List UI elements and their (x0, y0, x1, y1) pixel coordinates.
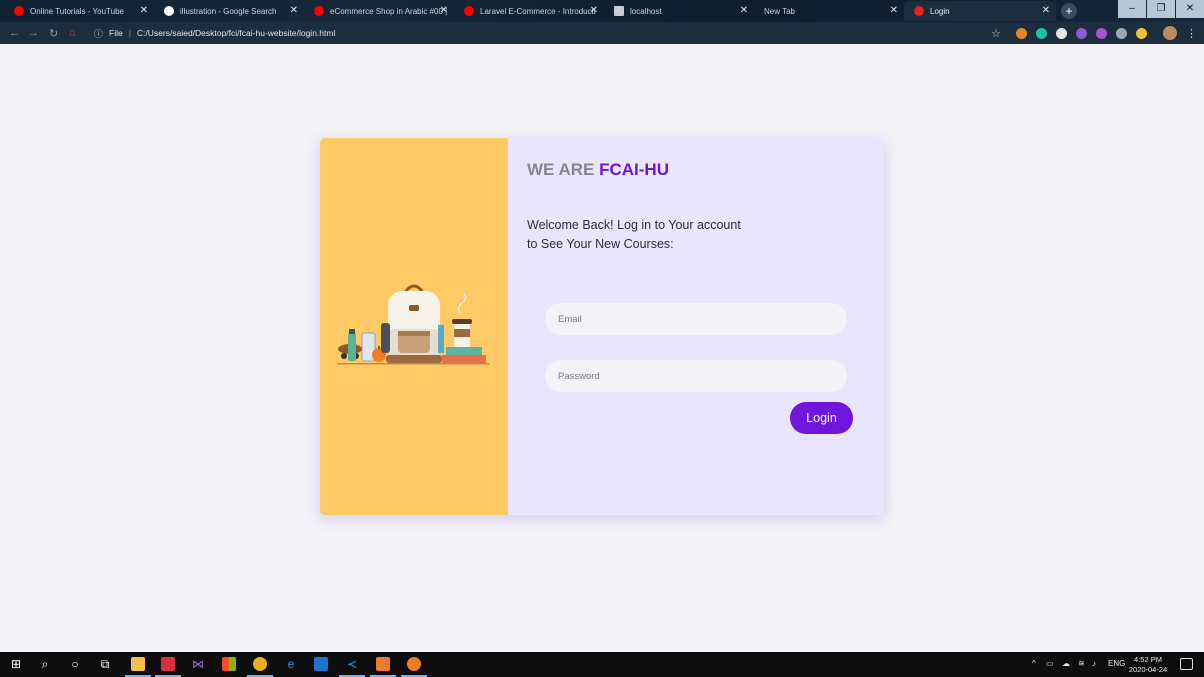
tab-title: Online Tutorials - YouTube (30, 6, 124, 16)
backpack-illustration-icon (338, 284, 490, 365)
login-button[interactable]: Login (790, 402, 853, 434)
youtube-icon (314, 6, 324, 16)
tab-laravel-ecommerce[interactable]: Laravel E-Commerce - Introducti ✕ (454, 1, 604, 21)
tab-title: Laravel E-Commerce - Introducti (480, 6, 596, 16)
windows-start-icon[interactable]: ⊞ (9, 657, 23, 671)
home-icon[interactable]: ⌂ (69, 27, 76, 39)
youtube-icon (14, 6, 24, 16)
tab-login[interactable]: Login ✕ (904, 1, 1056, 21)
close-icon[interactable]: ✕ (290, 5, 298, 16)
firefox-icon[interactable] (407, 657, 421, 671)
wifi-icon[interactable]: ≋ (1078, 659, 1085, 668)
extension-icon[interactable] (1036, 28, 1047, 39)
visual-studio-icon[interactable]: ⋈ (191, 657, 205, 671)
restore-button[interactable]: ❐ (1147, 0, 1175, 18)
extension-icon[interactable] (1096, 28, 1107, 39)
show-hidden-icons-icon[interactable]: ^ (1032, 659, 1036, 668)
app-icon[interactable] (314, 657, 328, 671)
vscode-icon[interactable]: ≺ (345, 657, 359, 671)
address-bar[interactable]: ⓘ File | C:/Users/saied/Desktop/fci/fcai… (88, 25, 1008, 41)
welcome-line-1: Welcome Back! Log in to Your account (527, 218, 741, 232)
google-icon (164, 6, 174, 16)
extension-icon[interactable] (1136, 28, 1147, 39)
task-view-icon[interactable]: ⧉ (98, 657, 112, 671)
scheme-label: File (109, 28, 123, 38)
clock-time: 4:52 PM (1134, 655, 1162, 664)
extension-icon[interactable] (1016, 28, 1027, 39)
tab-title: localhost (630, 6, 662, 16)
tab-title: Login (930, 6, 950, 16)
heading-prefix: WE ARE (527, 160, 595, 179)
tab-title: illustration - Google Search (180, 6, 277, 16)
clock-date: 2020-04-24 (1128, 665, 1168, 674)
tab-new-tab[interactable]: New Tab ✕ (754, 1, 904, 21)
back-icon[interactable]: ← (9, 27, 20, 39)
login-card: WE ARE FCAI-HU Welcome Back! Log in to Y… (320, 138, 884, 515)
email-field[interactable] (545, 303, 847, 335)
welcome-line-2: to See Your New Courses: (527, 237, 674, 251)
close-icon[interactable]: ✕ (1042, 5, 1050, 16)
volume-icon[interactable]: ♪ (1092, 659, 1096, 668)
forward-icon[interactable]: → (28, 27, 39, 39)
brand-name: FCAI-HU (599, 160, 669, 179)
bookmark-star-icon[interactable]: ☆ (991, 27, 1001, 40)
menu-icon[interactable]: ⋮ (1186, 27, 1197, 40)
welcome-message: Welcome Back! Log in to Your account to … (527, 216, 767, 254)
tab-online-tutorials[interactable]: Online Tutorials - YouTube ✕ (4, 1, 154, 21)
youtube-icon (464, 6, 474, 16)
cortana-icon[interactable]: ○ (68, 657, 82, 671)
page-title: WE ARE FCAI-HU (527, 160, 669, 180)
language-indicator[interactable]: ENG (1108, 659, 1125, 668)
new-tab-button[interactable]: + (1061, 3, 1077, 19)
close-icon[interactable]: ✕ (590, 5, 598, 16)
notifications-icon[interactable] (1180, 658, 1193, 670)
extension-icon[interactable] (1056, 28, 1067, 39)
info-icon[interactable]: ⓘ (94, 27, 103, 40)
tab-title: New Tab (764, 6, 795, 16)
browser-tab-strip: Online Tutorials - YouTube ✕ illustratio… (0, 0, 1204, 22)
office-icon[interactable] (222, 657, 236, 671)
app-icon[interactable] (161, 657, 175, 671)
tab-ecommerce-shop[interactable]: eCommerce Shop in Arabic #00 | ✕ (304, 1, 454, 21)
chrome-icon[interactable] (253, 657, 267, 671)
tab-illustration-search[interactable]: illustration - Google Search ✕ (154, 1, 304, 21)
login-form-panel: WE ARE FCAI-HU Welcome Back! Log in to Y… (508, 138, 884, 515)
clock[interactable]: 4:52 PM 2020-04-24 (1128, 655, 1168, 675)
address-separator: | (128, 28, 131, 38)
close-icon[interactable]: ✕ (740, 5, 748, 16)
password-field[interactable] (545, 360, 847, 392)
extension-icon[interactable] (1076, 28, 1087, 39)
tab-title: eCommerce Shop in Arabic #00 | (330, 6, 448, 16)
xampp-icon[interactable] (376, 657, 390, 671)
windows-taskbar: ⊞ ⌕ ○ ⧉ ⋈ e ≺ ^ ▭ ☁ ≋ ♪ ENG 4:52 PM 2020… (0, 652, 1204, 677)
battery-icon[interactable]: ▭ (1046, 659, 1054, 668)
close-icon[interactable]: ✕ (890, 5, 898, 16)
site-icon (914, 6, 924, 16)
minimize-button[interactable]: – (1118, 0, 1146, 18)
tab-localhost[interactable]: localhost ✕ (604, 1, 754, 21)
cloud-icon[interactable]: ☁ (1062, 659, 1070, 668)
url-text[interactable]: C:/Users/saied/Desktop/fci/fcai-hu-websi… (137, 28, 335, 38)
file-explorer-icon[interactable] (131, 657, 145, 671)
close-icon[interactable]: ✕ (440, 5, 448, 16)
illustration-panel (320, 138, 508, 515)
edge-icon[interactable]: e (284, 657, 298, 671)
close-window-button[interactable]: ✕ (1176, 0, 1204, 18)
reload-icon[interactable]: ↻ (49, 27, 58, 40)
avatar[interactable] (1163, 26, 1177, 40)
browser-toolbar: ← → ↻ ⌂ ⓘ File | C:/Users/saied/Desktop/… (0, 22, 1204, 44)
search-icon[interactable]: ⌕ (38, 657, 52, 671)
extension-icon[interactable] (1116, 28, 1127, 39)
close-icon[interactable]: ✕ (140, 5, 148, 16)
document-icon (614, 6, 624, 16)
